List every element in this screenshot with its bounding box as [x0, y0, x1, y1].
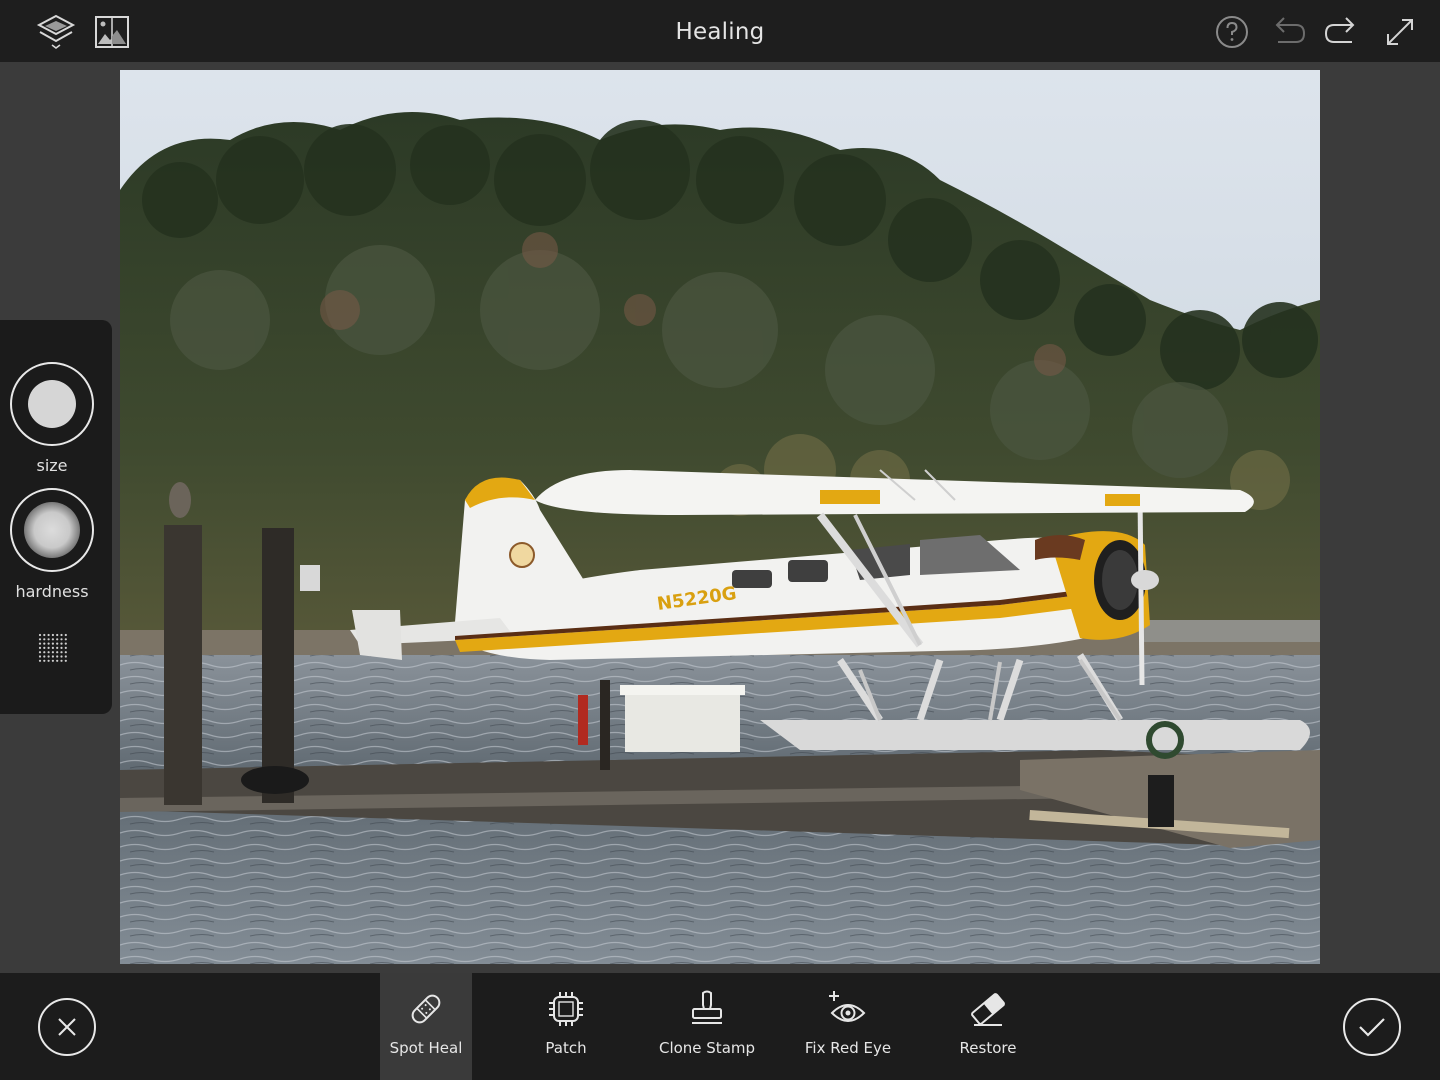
- cancel-button[interactable]: [38, 998, 96, 1056]
- brush-settings-icon[interactable]: [37, 632, 69, 664]
- tool-label: Patch: [545, 1039, 587, 1057]
- redo-icon[interactable]: [1322, 12, 1362, 52]
- bandage-icon: [380, 989, 472, 1029]
- brush-size-dial[interactable]: [10, 362, 94, 446]
- tool-label: Restore: [959, 1039, 1017, 1057]
- eraser-icon: [942, 989, 1034, 1029]
- tool-label: Fix Red Eye: [804, 1039, 892, 1057]
- help-icon[interactable]: [1212, 12, 1252, 52]
- eye-plus-icon: [802, 989, 894, 1029]
- tool-patch[interactable]: Patch: [520, 973, 612, 1080]
- brush-hardness-preview-icon: [24, 502, 80, 558]
- brush-hardness-dial[interactable]: [10, 488, 94, 572]
- checkmark-icon: [1359, 1018, 1385, 1037]
- top-bar: Healing: [0, 0, 1440, 62]
- tool-label: Clone Stamp: [658, 1039, 756, 1057]
- photo-canvas[interactable]: N5220G: [120, 70, 1320, 964]
- brush-hardness-label: hardness: [15, 582, 89, 601]
- patch-icon: [520, 989, 612, 1029]
- tool-label: Spot Heal: [389, 1039, 463, 1057]
- brush-panel: size hardness: [0, 320, 112, 714]
- bottom-toolbar: Spot Heal Patch Clone Stamp Fix Red Eye …: [0, 973, 1440, 1080]
- fullscreen-icon[interactable]: [1380, 12, 1420, 52]
- tool-spot-heal[interactable]: Spot Heal: [380, 973, 472, 1080]
- brush-size-preview-icon: [28, 380, 76, 428]
- undo-icon[interactable]: [1268, 12, 1308, 52]
- tool-fix-red-eye[interactable]: Fix Red Eye: [802, 973, 894, 1080]
- brush-size-label: size: [36, 456, 68, 475]
- close-icon: [58, 1018, 76, 1036]
- apply-button[interactable]: [1343, 998, 1401, 1056]
- stamp-icon: [661, 989, 753, 1029]
- canvas-area: N5220G size hardness: [0, 62, 1440, 973]
- tool-restore[interactable]: Restore: [942, 973, 1034, 1080]
- tool-clone-stamp[interactable]: Clone Stamp: [659, 973, 755, 1080]
